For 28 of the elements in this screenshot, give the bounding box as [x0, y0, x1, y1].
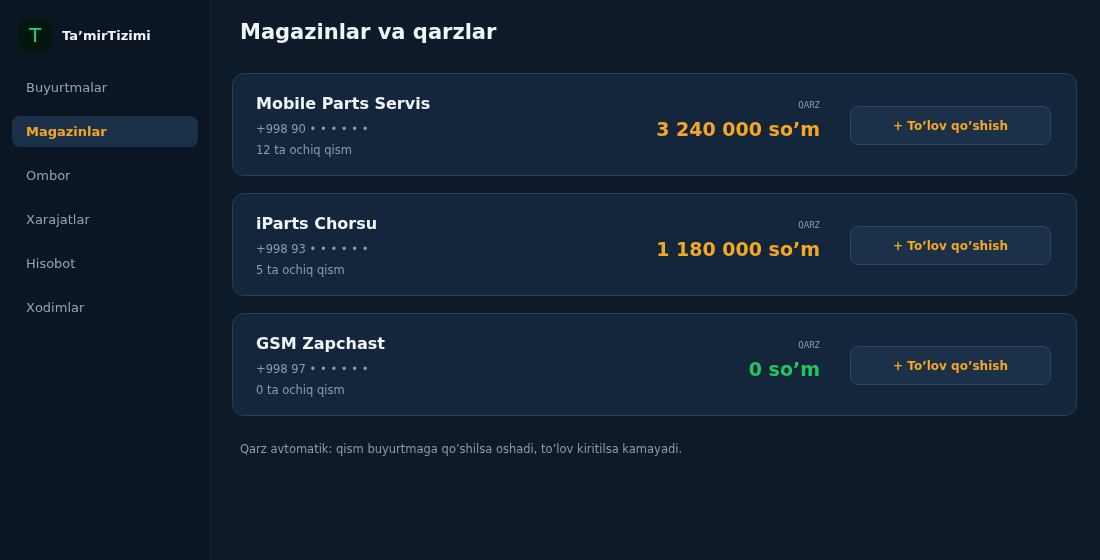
- sidebar-item[interactable]: Ombor: [12, 160, 198, 191]
- add-payment-button[interactable]: + To’lov qo’shish: [850, 346, 1051, 385]
- phone-number: +998 97 • • • • • •: [256, 362, 370, 376]
- brand-name: Ta’mirTizimi: [62, 27, 151, 43]
- open-parts-count: 0 ta ochiq qism: [256, 383, 346, 397]
- sidebar-item[interactable]: Xarajatlar: [12, 204, 198, 235]
- sidebar-item[interactable]: Magazinlar: [12, 116, 198, 147]
- debt-label: QARZ: [798, 339, 820, 350]
- shop-name: iParts Chorsu: [256, 214, 379, 233]
- open-parts-count: 5 ta ochiq qism: [256, 263, 346, 277]
- add-payment-button[interactable]: + To’lov qo’shish: [850, 226, 1051, 265]
- brand-logo: T: [18, 18, 52, 52]
- add-payment-button[interactable]: + To’lov qo’shish: [850, 106, 1051, 145]
- sidebar-item[interactable]: Xodimlar: [12, 292, 198, 323]
- page-title: Magazinlar va qarzlar: [240, 20, 498, 44]
- debt-amount: 1 180 000 so’m: [656, 237, 820, 260]
- sidebar-item[interactable]: Buyurtmalar: [12, 72, 198, 103]
- phone-number: +998 90 • • • • • •: [256, 122, 370, 136]
- shop-name: GSM Zapchast: [256, 334, 386, 353]
- shop-name: Mobile Parts Servis: [256, 94, 432, 113]
- debt-label: QARZ: [798, 219, 820, 230]
- debt-label: QARZ: [798, 99, 820, 110]
- open-parts-count: 12 ta ochiq qism: [256, 143, 353, 157]
- phone-number: +998 93 • • • • • •: [256, 242, 370, 256]
- debt-amount: 0 so’m: [748, 357, 820, 380]
- debt-amount: 3 240 000 so’m: [656, 117, 820, 140]
- debt-note: Qarz avtomatik: qism buyurtmaga qo’shilsa oshadi, to’lov kiritilsa kamayadi.: [240, 442, 684, 456]
- sidebar-item[interactable]: Hisobot: [12, 248, 198, 279]
